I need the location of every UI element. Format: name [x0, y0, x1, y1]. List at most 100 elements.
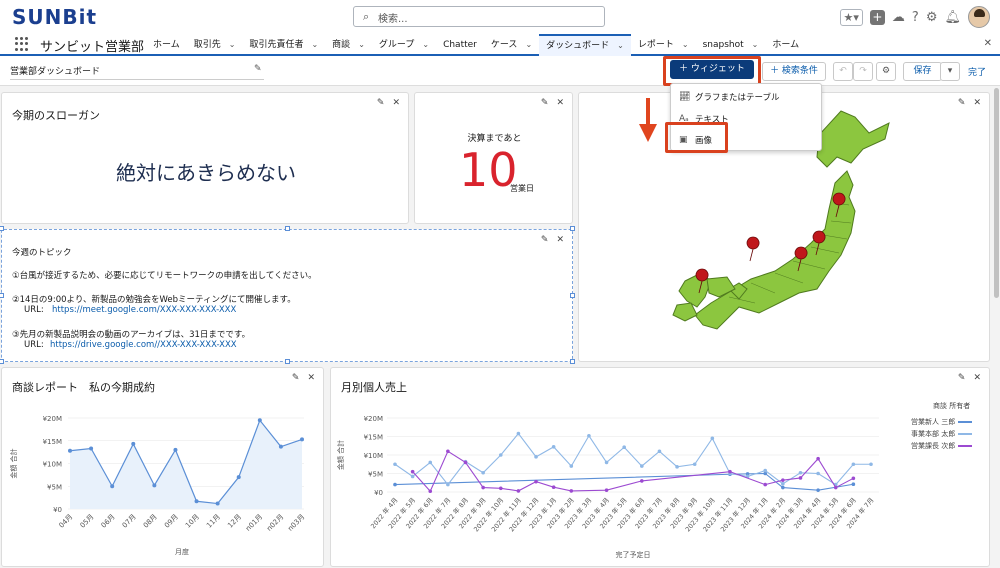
chart2-y-tick: ¥5M: [368, 471, 383, 479]
chart2-data-point: [481, 485, 485, 490]
global-search-input[interactable]: ⌕ 検索...: [353, 6, 605, 27]
slogan-widget[interactable]: ✎ ✕ 今期のスローガン 絶対にあきらめない: [1, 92, 409, 224]
chart1-data-point: [300, 437, 304, 442]
topic-line-3-url-label: URL:: [24, 340, 44, 350]
dashboard-title-field[interactable]: 営業部ダッシュボード: [10, 64, 264, 80]
chart1-x-tick: 08月: [142, 513, 159, 530]
chart1-y-tick: ¥15M: [43, 438, 62, 446]
edit-pencil-icon[interactable]: ✎: [377, 98, 385, 108]
user-avatar[interactable]: [968, 6, 990, 28]
chevron-down-icon[interactable]: ⌄: [422, 35, 429, 55]
nav-tab-0[interactable]: ホーム: [146, 34, 187, 56]
nav-tab-2[interactable]: 取引先責任者 ⌄: [242, 34, 325, 56]
chart2-data-point: [393, 482, 397, 487]
legend-entry-label: 営業新人 三郎: [911, 418, 956, 426]
legend-swatch-icon: [958, 433, 973, 435]
nav-tab-9[interactable]: snapshot ⌄: [696, 34, 766, 56]
chart2-data-point: [640, 479, 644, 483]
chart1-data-point: [278, 444, 283, 449]
chart1-x-tick: n02月: [265, 513, 285, 533]
favorites-star-icon[interactable]: ★▾: [839, 8, 863, 26]
chevron-down-icon[interactable]: ⌄: [525, 35, 532, 55]
company-logo[interactable]: SUNBit: [12, 5, 97, 29]
undo-icon[interactable]: ↶: [833, 62, 853, 81]
nav-tab-label: 商談: [332, 40, 351, 50]
edit-title-pencil-icon[interactable]: ✎: [254, 64, 262, 74]
resize-handle[interactable]: [0, 293, 4, 298]
nav-tab-1[interactable]: 取引先 ⌄: [187, 34, 243, 56]
nav-tab-close-icon[interactable]: ✕: [984, 38, 992, 49]
nav-tab-6[interactable]: ケース ⌄: [484, 34, 539, 56]
resize-handle[interactable]: [0, 359, 4, 364]
resize-handle[interactable]: [570, 293, 575, 298]
won-deals-chart-widget[interactable]: ✎ ✕ 商談レポート 私の今期成約 ¥0 ¥5M ¥10M ¥15M ¥20M 04月 05月…: [1, 367, 324, 567]
resize-handle[interactable]: [285, 226, 290, 231]
chart1-x-tick: 04月: [57, 513, 74, 530]
chart2-data-point: [763, 482, 768, 487]
notifications-bell-icon[interactable]: 🔔︎: [944, 10, 961, 25]
app-launcher-grid-icon[interactable]: [15, 37, 29, 51]
countdown-widget[interactable]: ✎ ✕ 決算まであと 10 営業日: [414, 92, 573, 224]
chevron-down-icon[interactable]: ⌄: [229, 35, 236, 55]
dashboard-editor-header: 営業部ダッシュボード ✎ ＋ ウィジェット ＋ 検索条件 ↶ ↷ ⚙ 保存 ▾ …: [0, 56, 1000, 86]
resize-handle[interactable]: [570, 226, 575, 231]
add-filter-button[interactable]: ＋ 検索条件: [762, 62, 826, 81]
chart2-data-point: [622, 445, 626, 450]
weekly-topic-widget[interactable]: ✎ ✕ 今週のトピック ①台風が接近するため、必要に応じてリモートワークの申請を出…: [1, 229, 573, 362]
chevron-down-icon[interactable]: ⌄: [358, 35, 365, 55]
nav-tab-3[interactable]: 商談 ⌄: [325, 34, 372, 56]
trailhead-cloud-icon[interactable]: ☁: [892, 10, 905, 25]
setup-gear-icon[interactable]: ⚙: [926, 10, 938, 25]
topic-title: 今週のトピック: [12, 248, 72, 258]
nav-tabs: ホーム 取引先 ⌄ 取引先責任者 ⌄ 商談 ⌄ グループ ⌄ Chatter ケース ⌄ ダッシュボード…: [146, 34, 806, 56]
chart2-data-point: [446, 482, 450, 487]
topic-line-2-url-label: URL:: [24, 305, 44, 315]
chevron-down-icon[interactable]: ⌄: [311, 35, 318, 55]
global-actions-plus-icon[interactable]: +: [869, 9, 885, 25]
chart2-data-point: [781, 478, 785, 482]
chart2-data-point: [710, 436, 715, 441]
done-button[interactable]: 完了: [968, 65, 986, 78]
nav-tab-8[interactable]: レポート ⌄: [631, 34, 696, 56]
help-question-icon[interactable]: ?: [912, 10, 919, 25]
remove-close-icon[interactable]: ✕: [556, 98, 564, 108]
nav-tab-label: Chatter: [443, 40, 477, 50]
monthly-sales-chart-widget[interactable]: ✎ ✕ 月別個人売上 ¥0 ¥5M ¥10M ¥15M ¥20M 2022 年 4月 2022…: [330, 367, 990, 567]
edit-pencil-icon[interactable]: ✎: [541, 98, 549, 108]
chart2-data-point: [569, 464, 574, 468]
resize-handle[interactable]: [570, 359, 575, 364]
widget-button-highlight-box: [663, 56, 761, 86]
save-button[interactable]: 保存: [903, 62, 942, 81]
chevron-down-icon[interactable]: ⌄: [682, 35, 689, 55]
remove-close-icon[interactable]: ✕: [556, 235, 564, 245]
chart2-data-point: [851, 462, 856, 467]
nav-tab-4[interactable]: グループ ⌄: [372, 34, 436, 56]
redo-icon[interactable]: ↷: [853, 62, 873, 81]
chart2-legend-entry[interactable]: 営業新人 三郎: [911, 417, 973, 427]
chart2-y-axis-label: 金額 合計: [336, 440, 345, 470]
menu-item-chart-or-table[interactable]: 📈︎ グラフまたはテーブル: [679, 91, 780, 103]
nav-tab-5[interactable]: Chatter: [436, 34, 484, 56]
chart2-data-point: [816, 456, 820, 461]
chart1-x-tick: n01月: [244, 513, 264, 533]
resize-handle[interactable]: [0, 226, 4, 231]
chevron-down-icon[interactable]: ⌄: [752, 35, 759, 55]
chart2-data-point: [869, 462, 873, 467]
chart2-data-point: [446, 449, 450, 454]
nav-tab-10[interactable]: ホーム: [765, 34, 806, 56]
topic-line-2-link[interactable]: https://meet.google.com/XXX-XXX-XXX-XXX: [52, 305, 236, 315]
chart2-legend-entry[interactable]: 事業本部 太郎: [911, 429, 973, 439]
remove-close-icon[interactable]: ✕: [392, 98, 400, 108]
chevron-down-icon[interactable]: ⌄: [617, 37, 624, 55]
nav-tab-7[interactable]: ダッシュボード ⌄: [539, 34, 631, 56]
page-scrollbar[interactable]: [992, 88, 1000, 567]
edit-pencil-icon[interactable]: ✎: [541, 235, 549, 245]
resize-handle[interactable]: [285, 359, 290, 364]
chart1-y-axis-label: 金額 合計: [9, 448, 18, 478]
topic-line-3-link[interactable]: https://drive.google.com//XXX-XXX-XXX-XX…: [50, 340, 237, 350]
properties-gear-icon[interactable]: ⚙: [876, 62, 896, 81]
chart2-data-point: [551, 445, 556, 449]
save-menu-chevron-icon[interactable]: ▾: [940, 62, 960, 81]
chart2-legend-entry[interactable]: 営業課長 次郎: [911, 441, 973, 451]
nav-tab-label: ホーム: [772, 40, 800, 50]
